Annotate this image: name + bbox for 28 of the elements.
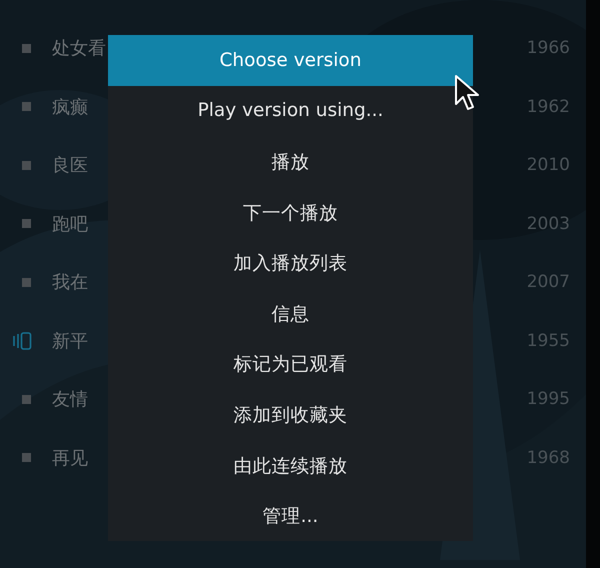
menu-item[interactable]: 由此连续播放 <box>108 440 473 490</box>
playing-icon <box>12 330 32 351</box>
menu-item[interactable]: Play version using... <box>108 86 473 136</box>
movie-title: 新平 <box>52 330 89 353</box>
movie-year: 1995 <box>526 389 570 410</box>
movie-year: 2003 <box>526 214 570 234</box>
movie-year: 2010 <box>526 155 570 176</box>
movie-year: 1962 <box>526 96 570 117</box>
menu-item[interactable]: 播放 <box>108 136 473 187</box>
menu-item[interactable]: Choose version <box>108 35 473 86</box>
movie-title: 良医 <box>52 154 89 178</box>
menu-item[interactable]: 添加到收藏夹 <box>108 389 473 440</box>
menu-item[interactable]: 加入播放列表 <box>108 237 473 288</box>
mouse-cursor-icon <box>454 74 480 112</box>
movie-title: 友情 <box>52 388 89 412</box>
movie-title: 我在 <box>52 271 89 294</box>
menu-item[interactable]: 标记为已观看 <box>108 338 473 390</box>
movie-year: 1955 <box>526 330 570 351</box>
movie-title: 跑吧 <box>52 212 89 236</box>
menu-item[interactable]: 信息 <box>108 288 473 339</box>
movie-year: 2007 <box>526 272 570 292</box>
movie-year: 1966 <box>526 38 570 58</box>
movie-title: 处女看 <box>52 37 107 60</box>
menu-item[interactable]: 下一个播放 <box>108 186 473 238</box>
menu-item[interactable]: 管理... <box>108 490 473 541</box>
movie-year: 1968 <box>526 448 570 468</box>
movie-title: 再见 <box>52 446 89 470</box>
movie-title: 疯癫 <box>52 96 89 119</box>
